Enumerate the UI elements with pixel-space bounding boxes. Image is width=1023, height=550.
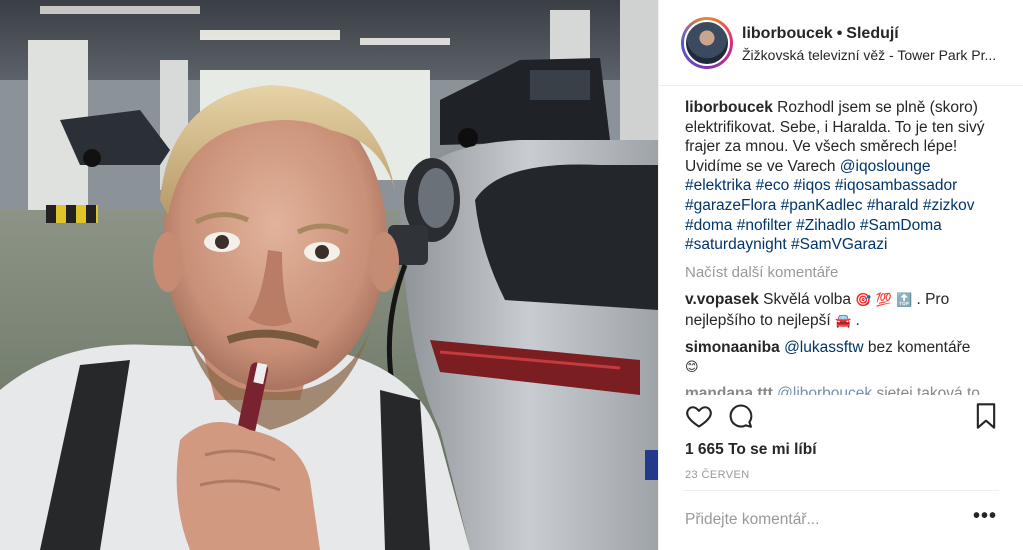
comment-text: sjetej taková to — [876, 384, 980, 395]
heart-icon[interactable] — [685, 402, 715, 432]
comment-mention[interactable]: @lukassftw — [784, 339, 863, 356]
story-ring[interactable] — [681, 17, 733, 69]
header-separator: • — [836, 25, 843, 42]
post-header: liborboucek • Sledují Žižkovská televizní … — [659, 0, 1023, 86]
post-date[interactable]: 23 ČERVEN — [685, 469, 750, 481]
bookmark-icon[interactable] — [973, 402, 1003, 432]
comment-item: v.vopasek Skvělá volba 🎯 💯 🔝 . Pro nejle… — [685, 290, 1000, 331]
caption-hashtags[interactable]: #elektrika #eco #iqos #iqosambassador #g… — [685, 177, 975, 253]
avatar[interactable] — [684, 20, 730, 66]
comment-text: Skvělá volba — [763, 291, 852, 309]
location-link[interactable]: Žižkovská televizní věž - Tower Park Pr.… — [742, 47, 996, 63]
comment-input[interactable] — [685, 509, 955, 531]
caption-mention[interactable]: @iqoslounge — [840, 158, 931, 175]
post-side-panel: liborboucek • Sledují Žižkovská televizní … — [658, 0, 1023, 550]
following-button[interactable]: Sledují — [846, 25, 898, 42]
comment-item: simonaaniba @lukassftw bez komentáře 😊 — [685, 338, 1000, 378]
load-more-comments[interactable]: Načíst další komentáře — [685, 263, 1000, 283]
comment-item-partial: mandana.ttt @liborboucek sjetej taková t… — [685, 384, 1000, 395]
add-comment-section: ••• — [683, 490, 999, 550]
comment-username[interactable]: simonaaniba — [685, 339, 780, 356]
comment-emoji-car: 🚘 — [834, 313, 852, 329]
header-username[interactable]: liborboucek — [742, 25, 833, 42]
likes-count[interactable]: 1 665 To se mi líbí — [685, 441, 817, 459]
comment-username[interactable]: v.vopasek — [685, 291, 759, 308]
comment-username[interactable]: mandana.ttt — [685, 385, 773, 395]
selfie-garage-photo — [0, 0, 658, 550]
comments-list[interactable]: liborboucek Rozhodl jsem se plně (skoro)… — [685, 98, 1000, 395]
comment-emojis: 😊 — [685, 360, 699, 376]
action-bar — [683, 402, 1003, 436]
caption: liborboucek Rozhodl jsem se plně (skoro)… — [685, 98, 1000, 255]
comment-mention[interactable]: @liborboucek — [777, 385, 872, 395]
header-line: liborboucek • Sledují — [742, 25, 899, 43]
comment-bubble-icon[interactable] — [727, 402, 757, 432]
comment-emojis: 🎯 💯 🔝 — [855, 293, 913, 309]
caption-username[interactable]: liborboucek — [685, 99, 773, 116]
post-photo[interactable] — [0, 0, 658, 550]
more-options-icon[interactable]: ••• — [973, 506, 997, 526]
comment-text-end: . — [855, 311, 860, 329]
comment-text: bez komentáře — [867, 338, 971, 356]
